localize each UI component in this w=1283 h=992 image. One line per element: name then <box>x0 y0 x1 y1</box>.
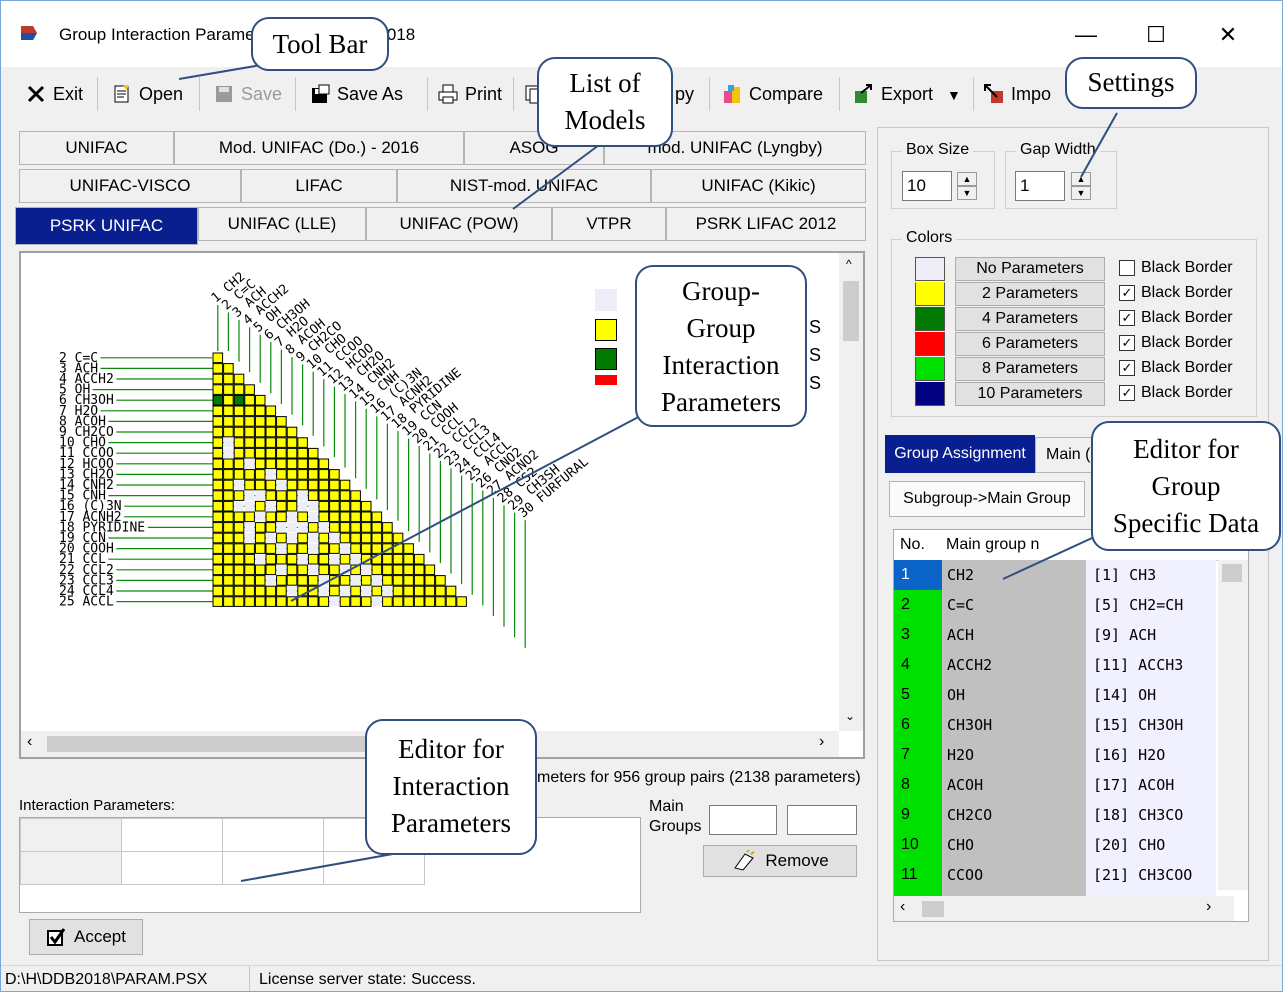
callout-parameter-editor: Editor for Interaction Parameters <box>365 719 537 855</box>
callout-models: List of Models <box>537 57 673 147</box>
application-window: Group Interaction Parameter Distribution… <box>0 0 1283 992</box>
callout-group-interaction: Group- Group Interaction Parameters <box>635 265 807 427</box>
callout-toolbar: Tool Bar <box>251 17 389 71</box>
callout-settings: Settings <box>1065 57 1197 109</box>
callout-group-editor: Editor for Group Specific Data <box>1091 421 1281 551</box>
